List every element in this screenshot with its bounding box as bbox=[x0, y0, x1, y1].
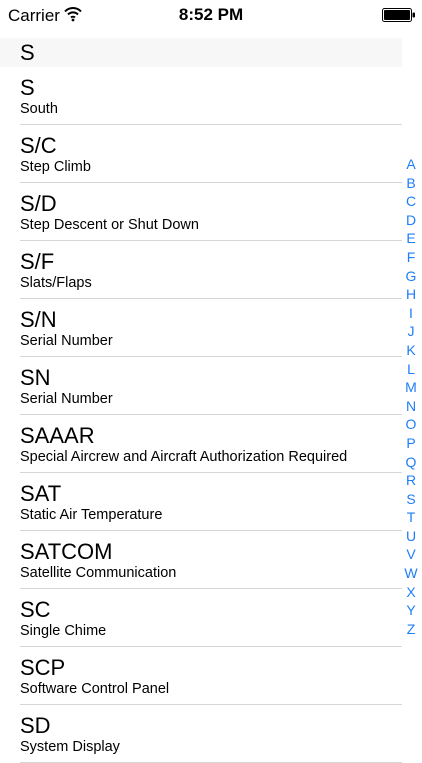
index-letter-j[interactable]: J bbox=[400, 322, 422, 341]
list-item[interactable]: SD System Display bbox=[0, 705, 402, 763]
index-letter-s[interactable]: S bbox=[400, 490, 422, 509]
index-letter-t[interactable]: T bbox=[400, 508, 422, 527]
list-item[interactable]: SN Serial Number bbox=[0, 357, 402, 415]
list-item[interactable]: SCP Software Control Panel bbox=[0, 647, 402, 705]
abbreviation-meaning: Serial Number bbox=[20, 333, 113, 349]
abbreviation-meaning: Special Aircrew and Aircraft Authorizati… bbox=[20, 449, 348, 465]
index-letter-u[interactable]: U bbox=[400, 527, 422, 546]
index-letter-o[interactable]: O bbox=[400, 415, 422, 434]
index-letter-b[interactable]: B bbox=[400, 174, 422, 193]
status-bar: Carrier 8:52 PM bbox=[0, 0, 422, 32]
abbreviation: SC bbox=[20, 597, 51, 622]
abbreviation: SAAAR bbox=[20, 423, 95, 448]
list-item[interactable]: SAT Static Air Temperature bbox=[0, 473, 402, 531]
list-item[interactable]: S/N Serial Number bbox=[0, 299, 402, 357]
index-letter-v[interactable]: V bbox=[400, 545, 422, 564]
alphabet-index[interactable]: ABCDEFGHIJKLMNOPQRSTUVWXYZ bbox=[400, 155, 422, 638]
index-letter-p[interactable]: P bbox=[400, 434, 422, 453]
abbreviation: SD bbox=[20, 713, 51, 738]
abbreviation-meaning: Satellite Communication bbox=[20, 565, 177, 581]
list-item[interactable]: SATCOM Satellite Communication bbox=[0, 531, 402, 589]
index-letter-r[interactable]: R bbox=[400, 471, 422, 490]
abbreviation-list[interactable]: S South S/C Step Climb S/D Step Descent or Sh… bbox=[0, 67, 402, 763]
abbreviation: SCP bbox=[20, 655, 66, 680]
list-item[interactable]: S/C Step Climb bbox=[0, 125, 402, 183]
abbreviation-meaning: Step Descent or Shut Down bbox=[20, 217, 199, 233]
abbreviation: SN bbox=[20, 365, 51, 390]
index-letter-l[interactable]: L bbox=[400, 360, 422, 379]
abbreviation: S bbox=[20, 75, 35, 100]
abbreviation: S/D bbox=[20, 191, 57, 216]
list-item[interactable]: S/D Step Descent or Shut Down bbox=[0, 183, 402, 241]
abbreviation-meaning: Serial Number bbox=[20, 391, 113, 407]
list-item[interactable]: S/F Slats/Flaps bbox=[0, 241, 402, 299]
abbreviation-meaning: Step Climb bbox=[20, 159, 91, 175]
clock: 8:52 PM bbox=[178, 5, 244, 24]
abbreviation: S/F bbox=[20, 249, 55, 274]
abbreviation-meaning: System Display bbox=[20, 739, 120, 755]
battery-icon bbox=[382, 8, 415, 22]
index-letter-h[interactable]: H bbox=[400, 285, 422, 304]
abbreviation-meaning: Static Air Temperature bbox=[20, 507, 163, 523]
index-letter-k[interactable]: K bbox=[400, 341, 422, 360]
index-letter-g[interactable]: G bbox=[400, 267, 422, 286]
abbreviation-meaning: Slats/Flaps bbox=[20, 275, 92, 291]
section-header: S bbox=[0, 38, 402, 67]
index-letter-d[interactable]: D bbox=[400, 211, 422, 230]
index-letter-q[interactable]: Q bbox=[400, 453, 422, 472]
index-letter-c[interactable]: C bbox=[400, 192, 422, 211]
abbreviation-meaning: Software Control Panel bbox=[20, 681, 170, 697]
abbreviation-meaning: South bbox=[20, 101, 58, 117]
abbreviation: S/N bbox=[20, 307, 57, 332]
list-item[interactable]: SAAAR Special Aircrew and Aircraft Author… bbox=[0, 415, 402, 473]
abbreviation: SAT bbox=[20, 481, 62, 506]
index-letter-f[interactable]: F bbox=[400, 248, 422, 267]
list-item[interactable]: S South bbox=[0, 67, 402, 125]
list-item[interactable]: SC Single Chime bbox=[0, 589, 402, 647]
index-letter-a[interactable]: A bbox=[400, 155, 422, 174]
index-letter-y[interactable]: Y bbox=[400, 601, 422, 620]
index-letter-i[interactable]: I bbox=[400, 304, 422, 323]
abbreviation-meaning: Single Chime bbox=[20, 623, 107, 639]
index-letter-z[interactable]: Z bbox=[400, 620, 422, 639]
abbreviation: SATCOM bbox=[20, 539, 113, 564]
section-title: S bbox=[20, 40, 35, 65]
index-letter-w[interactable]: W bbox=[400, 564, 422, 583]
index-letter-e[interactable]: E bbox=[400, 229, 422, 248]
index-letter-x[interactable]: X bbox=[400, 583, 422, 602]
index-letter-m[interactable]: M bbox=[400, 378, 422, 397]
index-letter-n[interactable]: N bbox=[400, 397, 422, 416]
abbreviation: S/C bbox=[20, 133, 57, 158]
